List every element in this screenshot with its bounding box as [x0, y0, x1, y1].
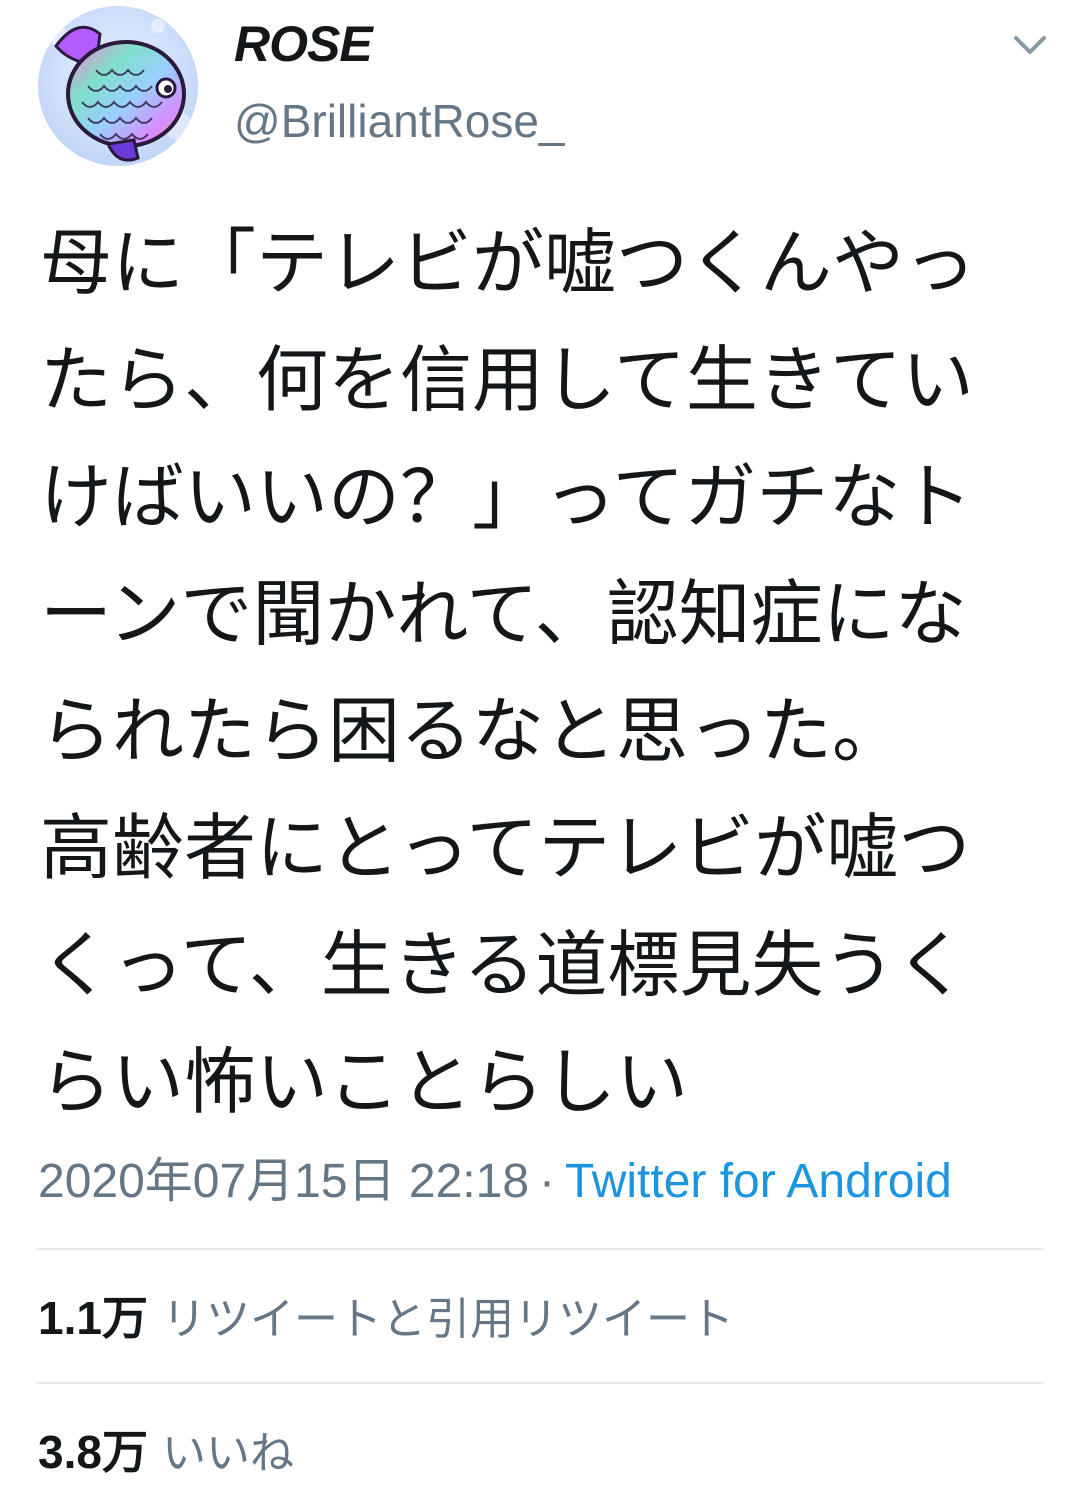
tweet-source-link[interactable]: Twitter for Android	[565, 1155, 952, 1208]
tweet-line: らい怖いことらしい	[40, 1040, 689, 1124]
divider	[36, 1248, 1044, 1250]
retweets-count: 1.1万	[38, 1292, 148, 1344]
tweet-line: けばいいの？」ってガチなト	[40, 455, 973, 539]
retweets-stat[interactable]: 1.1万 リツイートと引用リツイート	[38, 1288, 734, 1350]
tweet-line: ーンで聞かれて、認知症にな	[40, 572, 967, 656]
tweet-line: られたら困るなと思った。	[40, 689, 905, 773]
tweet-line: くって、生きる道標見失うく	[40, 923, 968, 1007]
tweet-line: 高齢者にとってテレビが嘘つ	[40, 806, 971, 890]
tweet-line: たら、何を信用して生きてい	[40, 338, 974, 422]
user-handle[interactable]: @BrilliantRose_	[234, 92, 565, 150]
likes-stat[interactable]: 3.8万 いいね	[38, 1422, 294, 1484]
tweet-line: 母に「テレビが嘘つくんやっ	[40, 221, 977, 305]
rainbow-fish-avatar-icon	[38, 6, 198, 166]
likes-label: いいね	[161, 1428, 294, 1479]
tweet-text: 母に「テレビが嘘つくんやっ たら、何を信用して生きてい けばいいの？」ってガチな…	[40, 205, 1040, 1141]
retweets-label: リツイートと引用リツイート	[161, 1294, 734, 1345]
display-name[interactable]: ROSE	[234, 14, 373, 74]
divider	[36, 1382, 1044, 1384]
tweet-header: ROSE @BrilliantRose_	[0, 0, 1080, 170]
meta-separator: ·	[539, 1155, 556, 1208]
avatar[interactable]	[38, 6, 198, 166]
likes-count: 3.8万	[38, 1426, 148, 1478]
chevron-down-icon[interactable]	[1008, 26, 1052, 62]
tweet-meta: 2020年07月15日 22:18 · Twitter for Android	[38, 1152, 952, 1212]
tweet-timestamp[interactable]: 2020年07月15日 22:18	[38, 1155, 529, 1208]
